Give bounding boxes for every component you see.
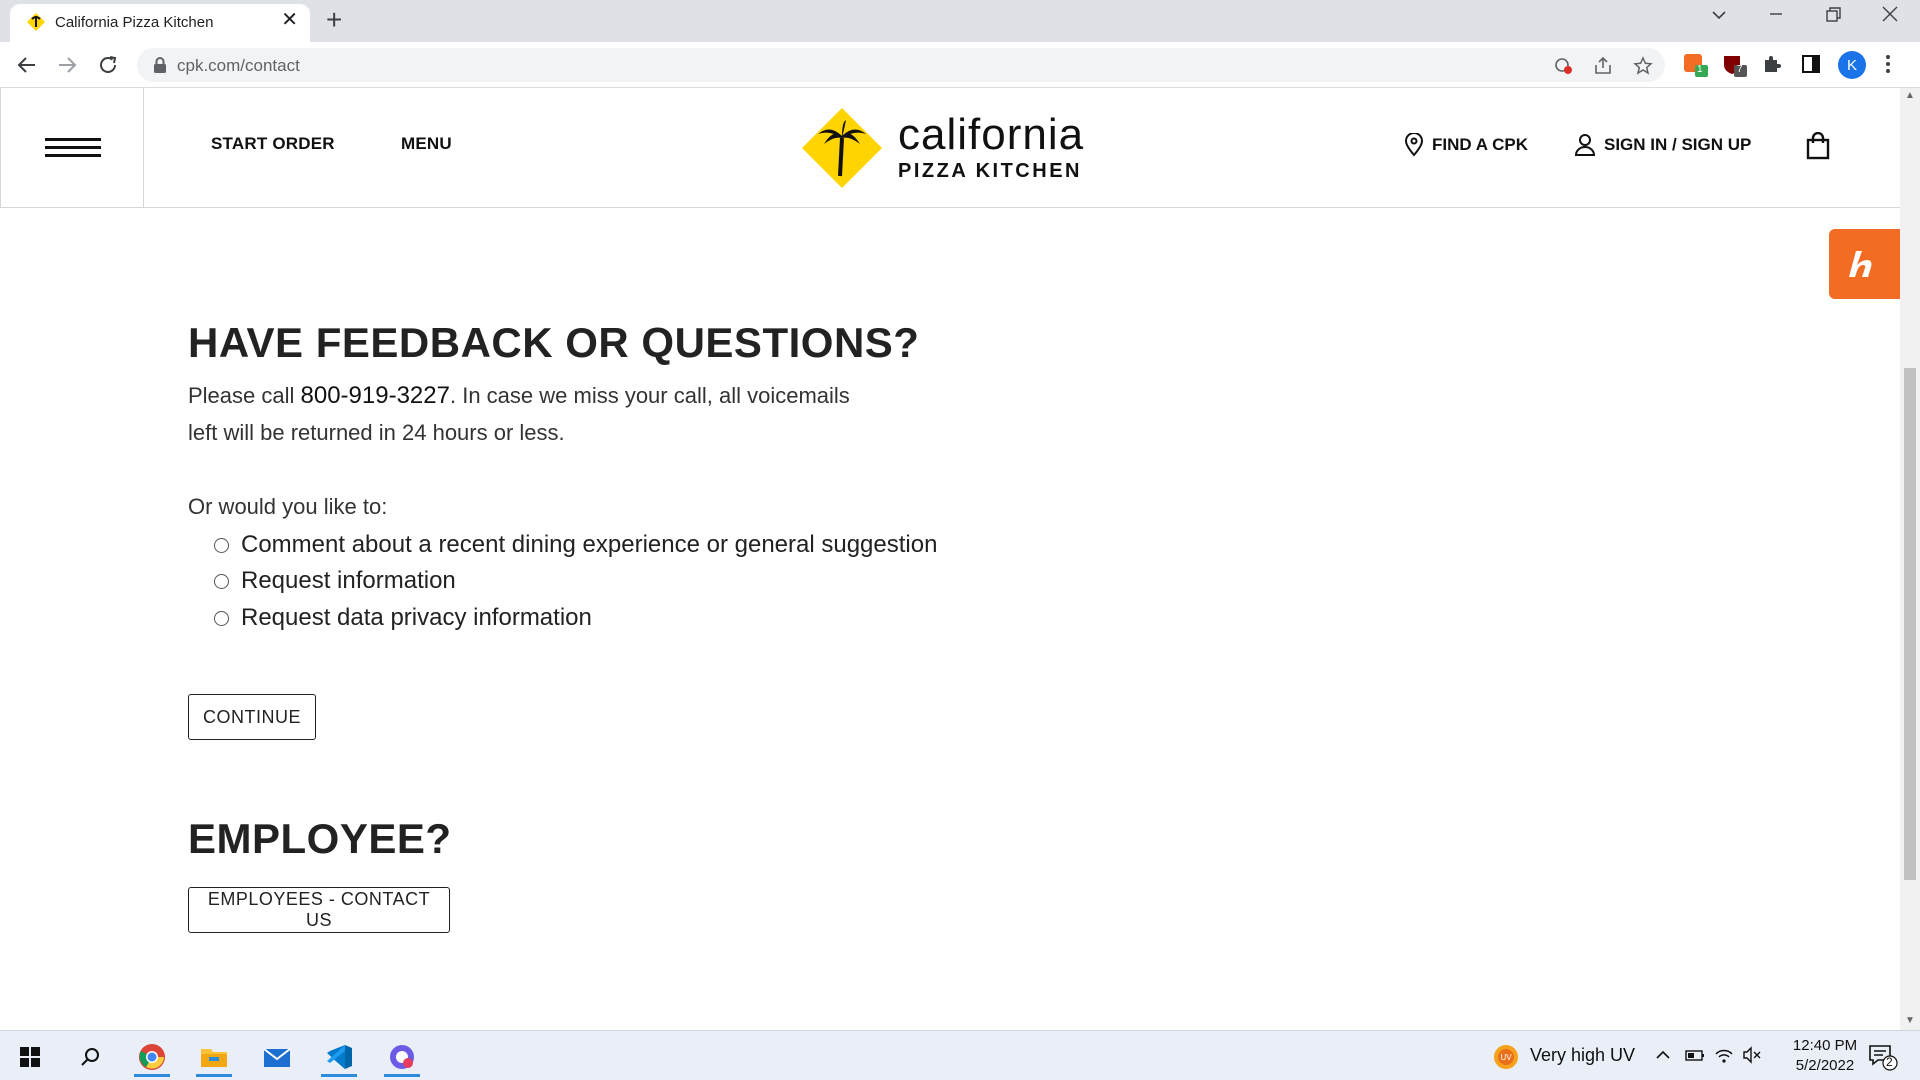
- cpk-logo[interactable]: california PIZZA KITCHEN: [800, 106, 1110, 190]
- cpk-favicon-icon: [27, 13, 45, 31]
- find-a-cpk-label: FIND A CPK: [1432, 135, 1529, 154]
- wifi-icon[interactable]: [1714, 1046, 1734, 1069]
- hamburger-line: [45, 138, 101, 141]
- windows-taskbar: UV Very high UV 12:40 PM 5/2/2022 2: [0, 1030, 1920, 1080]
- user-icon: [1574, 134, 1596, 156]
- restore-icon[interactable]: [1823, 5, 1843, 30]
- location-pin-icon: [1404, 133, 1424, 157]
- hamburger-line: [45, 154, 101, 157]
- site-header: START ORDER MENU california PIZZA KITCHE…: [0, 88, 1900, 208]
- active-indicator: [196, 1074, 232, 1077]
- close-window-icon[interactable]: [1880, 4, 1900, 29]
- honey-extension-icon[interactable]: 1: [1683, 53, 1708, 77]
- radio-option-comment[interactable]: Comment about a recent dining experience…: [214, 531, 937, 559]
- weather-text[interactable]: Very high UV: [1530, 1045, 1635, 1066]
- call-instructions: Please call 800-919-3227. In case we mis…: [188, 377, 850, 451]
- options-prompt: Or would you like to:: [188, 494, 388, 519]
- logo-wordmark-pizza-kitchen: PIZZA KITCHEN: [898, 160, 1082, 182]
- page-scrollbar[interactable]: ▲ ▼: [1900, 88, 1920, 1030]
- sign-in-label: SIGN IN / SIGN UP: [1604, 135, 1752, 154]
- radio-button[interactable]: [214, 573, 229, 589]
- clock-time: 12:40 PM: [1792, 1037, 1858, 1054]
- call-suffix-text: . In case we miss your call, all voicema…: [449, 383, 850, 408]
- back-icon[interactable]: [14, 52, 40, 78]
- clock-date: 5/2/2022: [1795, 1057, 1855, 1074]
- phone-number-link[interactable]: 800-919-3227: [301, 382, 450, 409]
- employees-contact-us-button[interactable]: EMPLOYEES - CONTACT US: [188, 887, 450, 933]
- minimize-icon[interactable]: [1766, 4, 1786, 29]
- url-text[interactable]: cpk.com/contact: [177, 56, 300, 76]
- forward-icon[interactable]: [54, 52, 80, 78]
- honey-floating-button[interactable]: [1829, 229, 1900, 299]
- tray-chevron-up-icon[interactable]: [1655, 1047, 1671, 1068]
- radio-button[interactable]: [214, 610, 229, 626]
- active-indicator: [384, 1074, 420, 1077]
- radio-label: Request data privacy information: [241, 604, 592, 631]
- extensions-puzzle-icon[interactable]: [1761, 53, 1785, 77]
- side-panel-icon[interactable]: [1800, 53, 1824, 77]
- new-tab-button[interactable]: +: [326, 6, 342, 34]
- scroll-up-arrow-icon[interactable]: ▲: [1905, 90, 1915, 101]
- continue-button[interactable]: CONTINUE: [188, 694, 316, 740]
- radio-option-request-info[interactable]: Request information: [214, 567, 456, 595]
- windows-start-icon[interactable]: [6, 1037, 54, 1077]
- notification-center-icon[interactable]: 2: [1868, 1043, 1898, 1076]
- svg-text:UV: UV: [1500, 1053, 1512, 1062]
- reload-icon[interactable]: [95, 52, 121, 78]
- photos-app-icon[interactable]: [378, 1037, 426, 1077]
- search-icon[interactable]: [66, 1037, 114, 1077]
- active-indicator: [134, 1074, 170, 1077]
- browser-toolbar: cpk.com/contact 1 7 K: [0, 42, 1920, 88]
- chrome-menu-icon[interactable]: [1885, 53, 1909, 77]
- start-order-link[interactable]: START ORDER: [211, 134, 335, 154]
- system-clock[interactable]: 12:40 PM 5/2/2022: [1770, 1036, 1880, 1076]
- employee-heading: EMPLOYEE?: [188, 815, 452, 862]
- file-explorer-icon[interactable]: [190, 1037, 238, 1077]
- call-prefix-text: Please call: [188, 383, 301, 408]
- ublock-extension-icon[interactable]: 7: [1722, 53, 1747, 77]
- active-indicator: [321, 1074, 357, 1077]
- tab-close-icon[interactable]: ✕: [281, 10, 298, 30]
- radio-label: Comment about a recent dining experience…: [241, 531, 938, 558]
- uv-weather-icon[interactable]: UV: [1492, 1043, 1520, 1076]
- logo-wordmark-california: california: [898, 110, 1085, 159]
- find-a-cpk-link[interactable]: FIND A CPK: [1404, 133, 1528, 157]
- mail-icon[interactable]: [253, 1037, 301, 1077]
- chrome-taskbar-icon[interactable]: [128, 1037, 176, 1077]
- scrollbar-thumb[interactable]: [1904, 368, 1916, 880]
- radio-button[interactable]: [214, 537, 229, 553]
- menu-link[interactable]: MENU: [401, 134, 452, 154]
- notification-count: 2: [1886, 1055, 1893, 1069]
- tab-search-icon[interactable]: [1710, 6, 1728, 29]
- palm-tree-icon: [802, 108, 882, 188]
- volume-muted-icon[interactable]: [1742, 1046, 1762, 1069]
- radio-option-privacy[interactable]: Request data privacy information: [214, 604, 592, 632]
- address-bar[interactable]: cpk.com/contact: [137, 48, 1665, 82]
- browser-tab[interactable]: California Pizza Kitchen ✕: [10, 4, 310, 42]
- browser-tab-bar: California Pizza Kitchen ✕ +: [0, 0, 1920, 42]
- scroll-down-arrow-icon[interactable]: ▼: [1905, 1015, 1915, 1026]
- feedback-heading: HAVE FEEDBACK OR QUESTIONS?: [188, 319, 920, 366]
- bookmark-star-icon[interactable]: [1633, 56, 1653, 76]
- extension-badge: 1: [1697, 64, 1703, 75]
- blocked-icon[interactable]: [1554, 56, 1574, 76]
- tab-title: California Pizza Kitchen: [55, 14, 214, 31]
- sign-in-link[interactable]: SIGN IN / SIGN UP: [1574, 133, 1751, 157]
- hamburger-menu-button[interactable]: [0, 88, 144, 208]
- call-line-2: left will be returned in 24 hours or les…: [188, 420, 565, 445]
- contact-page-content: HAVE FEEDBACK OR QUESTIONS? Please call …: [0, 209, 1880, 1029]
- hamburger-line: [45, 146, 101, 149]
- lock-icon[interactable]: [153, 57, 167, 73]
- profile-avatar[interactable]: K: [1838, 51, 1866, 79]
- radio-label: Request information: [241, 567, 456, 594]
- vscode-icon[interactable]: [315, 1037, 363, 1077]
- extension-badge: 7: [1737, 64, 1743, 75]
- honey-h-icon: [1848, 251, 1871, 277]
- shopping-bag-icon[interactable]: [1806, 131, 1830, 165]
- share-icon[interactable]: [1593, 56, 1613, 76]
- battery-icon[interactable]: [1685, 1047, 1705, 1068]
